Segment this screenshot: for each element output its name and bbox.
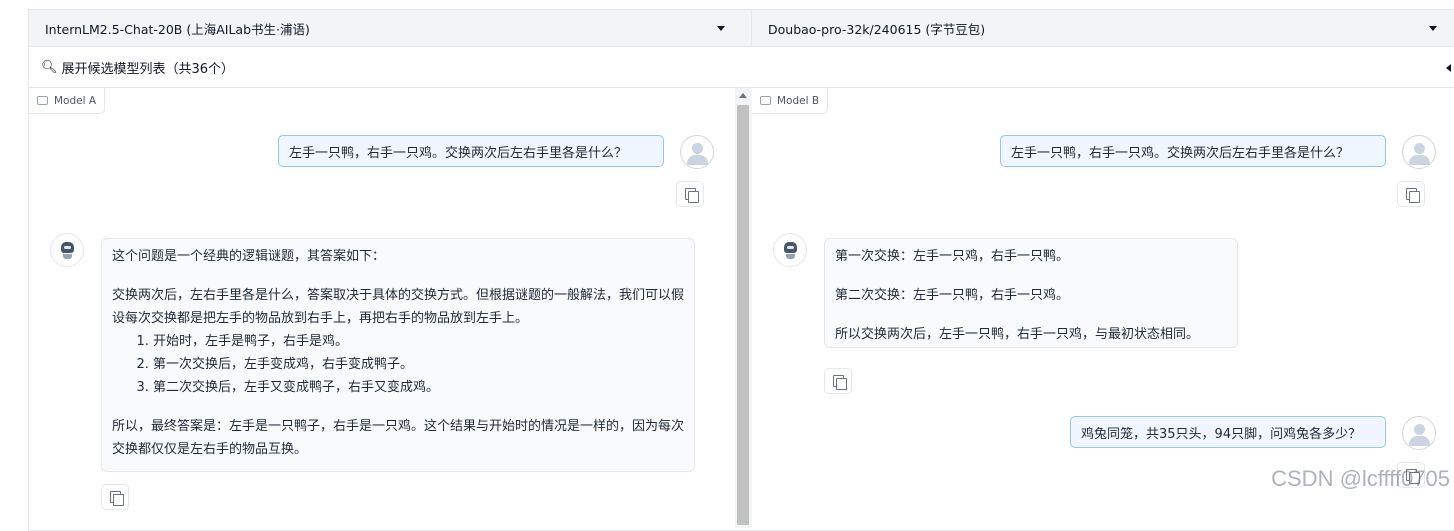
user-avatar [680, 135, 714, 169]
bot-message-line: 第一次交换：左手一只鸡，右手一只鸭。 [835, 249, 1070, 264]
chat-icon [37, 96, 48, 105]
model-selector-row: InternLM2.5-Chat-20B (上海AILab书生·浦语) Doub… [29, 10, 1454, 47]
chevron-down-icon [717, 26, 725, 31]
search-icon: 🔍︎ [41, 59, 58, 75]
bot-avatar [773, 233, 807, 267]
bot-message: 这个问题是一个经典的逻辑谜题，其答案如下： 交换两次后，左右手里各是什么，答案取… [101, 238, 695, 472]
panel-label-text: Model A [54, 94, 97, 107]
expand-model-list[interactable]: 🔍︎ 展开候选模型列表（共36个） [29, 47, 1454, 88]
bot-message: 第一次交换：左手一只鸡，右手一只鸭。 第二次交换：左手一只鸭，右手一只鸡。 所以… [824, 238, 1238, 348]
scroll-up-arrow-icon[interactable] [739, 93, 747, 98]
expand-model-list-label: 展开候选模型列表（共36个） [61, 61, 235, 77]
model-b-dropdown[interactable]: Doubao-pro-32k/240615 (字节豆包) [752, 10, 1454, 47]
bot-message-intro: 这个问题是一个经典的逻辑谜题，其答案如下： [112, 249, 386, 264]
user-message-text: 左手一只鸭，右手一只鸡。交换两次后左右手里各是什么？ [289, 145, 628, 161]
copy-button[interactable] [676, 181, 704, 207]
panel-a-scrollbar[interactable] [735, 88, 752, 528]
bot-message-line: 所以交换两次后，左手一只鸭，右手一只鸡，与最初状态相同。 [835, 327, 1200, 342]
user-message-text: 左手一只鸭，右手一只鸡。交换两次后左右手里各是什么？ [1011, 145, 1350, 161]
list-item: 第一次交换后，左手变成鸡，右手变成鸭子。 [153, 353, 684, 376]
model-a-dropdown[interactable]: InternLM2.5-Chat-20B (上海AILab书生·浦语) [29, 10, 752, 47]
bot-message-line: 第二次交换：左手一只鸭，右手一只鸡。 [835, 288, 1070, 303]
user-avatar [1402, 135, 1436, 169]
copy-button[interactable] [1397, 181, 1425, 207]
user-message: 鸡兔同笼，共35只头，94只脚，问鸡兔各多少？ [1070, 416, 1386, 448]
watermark: CSDN @lcffff0705 [1271, 466, 1450, 491]
bot-message-list: 开始时，左手是鸭子，右手是鸡。 第一次交换后，左手变成鸡，右手变成鸭子。 第二次… [112, 330, 684, 399]
panel-label-model-b: Model B [752, 88, 829, 114]
panel-label-model-a: Model A [29, 88, 106, 114]
model-a-name: InternLM2.5-Chat-20B (上海AILab书生·浦语) [45, 21, 310, 37]
panel-label-text: Model B [777, 94, 820, 107]
bot-message-paragraph: 交换两次后，左右手里各是什么，答案取决于具体的交换方式。但根据谜题的一般解法，我… [112, 288, 685, 326]
chat-panel-model-b: Model B 左手一只鸭，右手一只鸡。交换两次后左右手里各是什么？ 第一次交换… [752, 88, 1454, 528]
chevron-down-icon [1429, 26, 1437, 31]
copy-button[interactable] [824, 368, 852, 394]
list-item: 开始时，左手是鸭子，右手是鸡。 [153, 330, 684, 353]
user-avatar [1402, 416, 1436, 450]
chat-panel-model-a: Model A 左手一只鸭，右手一只鸡。交换两次后左右手里各是什么？ 这个问题是… [29, 88, 735, 528]
arena-frame: InternLM2.5-Chat-20B (上海AILab书生·浦语) Doub… [28, 9, 1454, 531]
bot-avatar [50, 233, 84, 267]
user-message: 左手一只鸭，右手一只鸡。交换两次后左右手里各是什么？ [278, 135, 664, 167]
copy-button[interactable] [101, 484, 129, 510]
bot-message-conclusion: 所以，最终答案是：左手是一只鸭子，右手是一只鸡。这个结果与开始时的情况是一样的，… [112, 419, 685, 457]
collapse-arrow-icon[interactable] [1446, 64, 1451, 72]
chat-icon [760, 96, 771, 105]
scrollbar-thumb[interactable] [737, 105, 749, 525]
user-message-text: 鸡兔同笼，共35只头，94只脚，问鸡兔各多少？ [1081, 426, 1362, 442]
user-message: 左手一只鸭，右手一只鸡。交换两次后左右手里各是什么？ [1000, 135, 1386, 167]
model-b-name: Doubao-pro-32k/240615 (字节豆包) [768, 21, 986, 37]
list-item: 第二次交换后，左手又变成鸭子，右手又变成鸡。 [153, 376, 684, 399]
